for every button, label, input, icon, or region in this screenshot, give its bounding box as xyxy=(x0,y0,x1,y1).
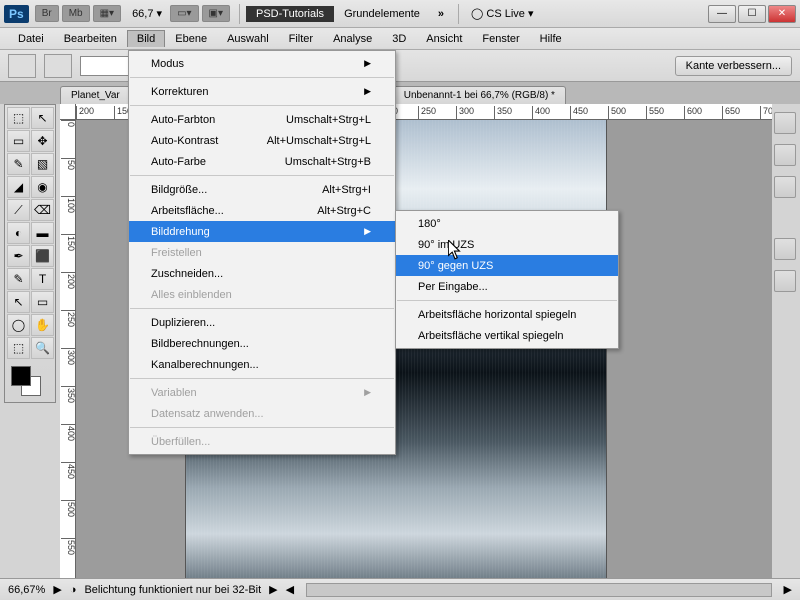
color-swatch[interactable] xyxy=(7,364,54,400)
menuitem-90-gegen-uzs[interactable]: 90° gegen UZS xyxy=(396,255,618,276)
menu-auswahl[interactable]: Auswahl xyxy=(217,30,279,48)
menuitem-alles-einblenden: Alles einblenden xyxy=(129,284,395,305)
workspace-grundelemente[interactable]: Grundelemente xyxy=(334,8,430,20)
menu-datei[interactable]: Datei xyxy=(8,30,54,48)
menuitem-auto-kontrast[interactable]: Auto-KontrastAlt+Umschalt+Strg+L xyxy=(129,130,395,151)
menu-bild[interactable]: Bild xyxy=(127,30,165,47)
tool-blur[interactable]: ▬ xyxy=(31,222,54,244)
ps-logo: Ps xyxy=(4,5,29,23)
tool-zoom2[interactable]: 🔍 xyxy=(31,337,54,359)
tool-dodge[interactable]: ✒ xyxy=(7,245,30,267)
tool-zoom[interactable]: ⬚ xyxy=(7,337,30,359)
close-button[interactable]: ✕ xyxy=(768,5,796,23)
tool-hand[interactable]: ◯ xyxy=(7,314,30,336)
menuitem-duplizieren-[interactable]: Duplizieren... xyxy=(129,312,395,333)
tool-stamp[interactable]: ⟋ xyxy=(7,199,30,221)
menuitem-auto-farbton[interactable]: Auto-FarbtonUmschalt+Strg+L xyxy=(129,109,395,130)
status-arrow2[interactable]: ▶ xyxy=(269,583,277,596)
tool-heal[interactable]: ◢ xyxy=(7,176,30,198)
menu-hilfe[interactable]: Hilfe xyxy=(530,30,572,48)
menu-filter[interactable]: Filter xyxy=(279,30,323,48)
menuitem-modus[interactable]: Modus▶ xyxy=(129,53,395,74)
right-panel-strip xyxy=(774,104,798,292)
options-bar: B: ⇄ H: Kante verbessern... xyxy=(0,50,800,82)
menu-3d[interactable]: 3D xyxy=(382,30,416,48)
workspace-psd-tutorials[interactable]: PSD-Tutorials xyxy=(246,6,334,22)
submenu-bilddrehung: 180°90° im UZS90° gegen UZSPer Eingabe..… xyxy=(395,210,619,349)
h-scrollbar[interactable] xyxy=(306,583,771,597)
menuitem-180-[interactable]: 180° xyxy=(396,213,618,234)
cs-live[interactable]: ◯ CS Live ▾ xyxy=(465,7,539,20)
menuitem-arbeitsfl-che-horizontal-spiegeln[interactable]: Arbeitsfläche horizontal spiegeln xyxy=(396,304,618,325)
menu-ansicht[interactable]: Ansicht xyxy=(416,30,472,48)
menuitem--berf-llen-: Überfüllen... xyxy=(129,431,395,452)
menu-fenster[interactable]: Fenster xyxy=(472,30,529,48)
tool-eraser[interactable]: ⌫ xyxy=(31,199,54,221)
tool-path[interactable]: T xyxy=(31,268,54,290)
mb-button[interactable]: Mb xyxy=(62,5,90,22)
menu-bar: DateiBearbeitenBildEbeneAuswahlFilterAna… xyxy=(0,28,800,50)
menuitem-variablen: Variablen▶ xyxy=(129,382,395,403)
layers-icon[interactable] xyxy=(774,112,796,134)
channels-icon[interactable] xyxy=(774,144,796,166)
menuitem-bildberechnungen-[interactable]: Bildberechnungen... xyxy=(129,333,395,354)
menuitem-freistellen: Freistellen xyxy=(129,242,395,263)
menuitem-90-im-uzs[interactable]: 90° im UZS xyxy=(396,234,618,255)
tool-eyedropper[interactable]: ▧ xyxy=(31,153,54,175)
title-bar: Ps Br Mb ▦▾ 66,7 ▾ ▭▾ ▣▾ PSD-Tutorials G… xyxy=(0,0,800,28)
workspace-more[interactable]: » xyxy=(430,8,452,20)
tool-crop[interactable]: ✎ xyxy=(7,153,30,175)
tool-move[interactable]: ↖ xyxy=(31,107,54,129)
maximize-button[interactable]: ☐ xyxy=(738,5,766,23)
view-icon[interactable]: ▭▾ xyxy=(170,5,198,22)
status-info: Belichtung funktioniert nur bei 32-Bit xyxy=(84,584,261,596)
refine-edge-button[interactable]: Kante verbessern... xyxy=(675,56,792,76)
tool-rotate[interactable]: ✋ xyxy=(31,314,54,336)
ruler-corner xyxy=(60,104,76,120)
minimize-button[interactable]: — xyxy=(708,5,736,23)
status-info-icon: ◑ xyxy=(70,584,77,596)
status-bar: 66,67% ▶ ◑ Belichtung funktioniert nur b… xyxy=(0,578,800,600)
menuitem-zuschneiden-[interactable]: Zuschneiden... xyxy=(129,263,395,284)
menu-bild: Modus▶ Korrekturen▶ Auto-FarbtonUmschalt+S… xyxy=(128,50,396,455)
tool-type[interactable]: ✎ xyxy=(7,268,30,290)
menuitem-kanalberechnungen-[interactable]: Kanalberechnungen... xyxy=(129,354,395,375)
menuitem-auto-farbe[interactable]: Auto-FarbeUmschalt+Strg+B xyxy=(129,151,395,172)
toolbox: ⬚↖▭✥✎▧◢◉⟋⌫◐▬✒⬛✎T↖▭◯✋⬚🔍 xyxy=(4,104,56,403)
selection-mode[interactable] xyxy=(44,54,72,78)
tool-lasso[interactable]: ▭ xyxy=(7,130,30,152)
document-tabs: Planet_Var Unbenannt-1 bei 66,7% (RGB/8)… xyxy=(0,82,800,104)
menuitem-korrekturen[interactable]: Korrekturen▶ xyxy=(129,81,395,102)
tool-pen[interactable]: ⬛ xyxy=(31,245,54,267)
bridge-button[interactable]: Br xyxy=(35,5,59,22)
menuitem-arbeitsfl-che-vertikal-spiegeln[interactable]: Arbeitsfläche vertikal spiegeln xyxy=(396,325,618,346)
menu-ebene[interactable]: Ebene xyxy=(165,30,217,48)
menuitem-bilddrehung[interactable]: Bilddrehung▶ xyxy=(129,221,395,242)
tool-preset[interactable] xyxy=(8,54,36,78)
menuitem-datensatz-anwenden-: Datensatz anwenden... xyxy=(129,403,395,424)
tool-rect[interactable]: ↖ xyxy=(7,291,30,313)
actions-icon[interactable] xyxy=(774,270,796,292)
tool-shape[interactable]: ▭ xyxy=(31,291,54,313)
paths-icon[interactable] xyxy=(774,176,796,198)
tool-gradient[interactable]: ◐ xyxy=(7,222,30,244)
menuitem-per-eingabe-[interactable]: Per Eingabe... xyxy=(396,276,618,297)
tool-quickselect[interactable]: ✥ xyxy=(31,130,54,152)
status-arrow[interactable]: ▶ xyxy=(53,583,61,596)
zoom-display[interactable]: 66,7 ▾ xyxy=(124,7,170,20)
menuitem-bildgr-e-[interactable]: Bildgröße...Alt+Strg+I xyxy=(129,179,395,200)
history-icon[interactable] xyxy=(774,238,796,260)
status-zoom[interactable]: 66,67% xyxy=(8,584,45,596)
menuitem-arbeitsfl-che-[interactable]: Arbeitsfläche...Alt+Strg+C xyxy=(129,200,395,221)
screen-icon[interactable]: ▣▾ xyxy=(202,5,230,22)
ruler-vertical[interactable]: 050100150200250300350400450500550 xyxy=(60,120,76,578)
tool-marquee[interactable]: ⬚ xyxy=(7,107,30,129)
menu-analyse[interactable]: Analyse xyxy=(323,30,382,48)
tab-planet[interactable]: Planet_Var xyxy=(60,86,131,104)
tool-brush[interactable]: ◉ xyxy=(31,176,54,198)
tab-unbenannt[interactable]: Unbenannt-1 bei 66,7% (RGB/8) * xyxy=(393,86,566,104)
film-icon[interactable]: ▦▾ xyxy=(93,5,121,22)
menu-bearbeiten[interactable]: Bearbeiten xyxy=(54,30,127,48)
